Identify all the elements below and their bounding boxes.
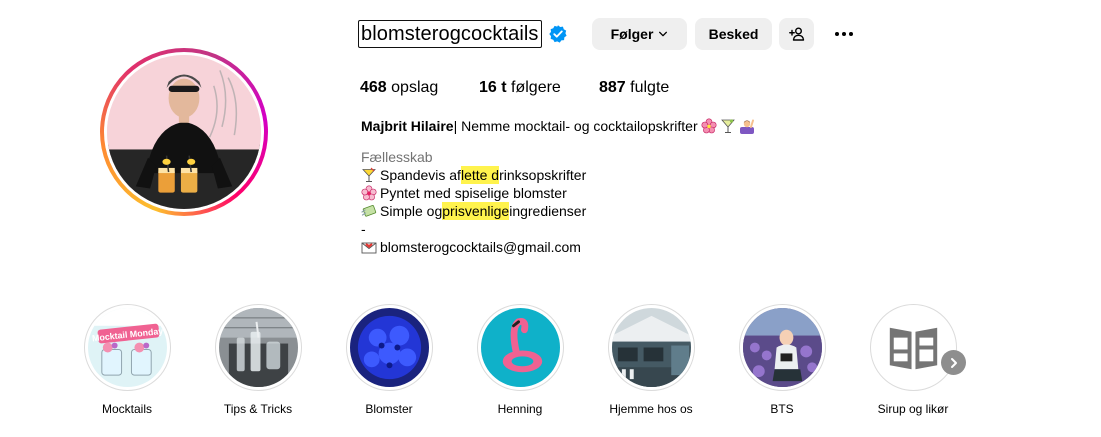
full-name: Majbrit Hilaire [361, 118, 454, 134]
highlight-label: Hjemme hos os [609, 402, 693, 416]
cocktail-glass-icon [720, 119, 735, 133]
message-button[interactable]: Besked [695, 18, 772, 50]
bio-line-ingredients-post: ingredienser [509, 203, 587, 219]
followers-stat[interactable]: 16 t følgere [479, 78, 599, 98]
person-raising-hand-icon [739, 119, 754, 134]
highlight-label: Henning [497, 402, 543, 416]
following-stat[interactable]: 887 fulgte [599, 78, 669, 98]
posts-stat: 468 opslag [360, 78, 479, 98]
highlight-label: Tips & Tricks [223, 402, 293, 416]
profile-header: blomsterogcocktails [358, 18, 568, 50]
highlight-bts[interactable]: BTS [737, 304, 827, 417]
followers-count: 16 t [479, 79, 507, 96]
highlight-thumbnail [873, 308, 953, 387]
bio-line-drinks: Spandevis af lette d rinksopskrifter [361, 166, 758, 184]
message-label: Besked [708, 26, 759, 42]
following-button[interactable]: Følger [592, 18, 687, 50]
highlight-thumbnail [480, 308, 560, 387]
verified-badge-icon [548, 25, 567, 43]
highlight-label: Sirup og likør [877, 402, 949, 416]
suggested-accounts-button[interactable] [779, 18, 814, 50]
highlight-henning[interactable]: Henning [475, 304, 565, 417]
envelope-with-heart-icon [361, 242, 377, 254]
bio-headline-row: Majbrit Hilaire | Nemme mocktail- og coc… [361, 117, 758, 135]
more-dots-icon [835, 32, 853, 36]
avatar-photo [107, 55, 261, 209]
posts-label: opslag [386, 79, 439, 96]
highlight-label: Mocktails [101, 402, 152, 416]
category-label: Fællesskab [361, 149, 433, 165]
bio-highlight-prisvenlige: prisvenlige [442, 202, 510, 220]
following-count: 887 [599, 79, 626, 96]
following-label: Følger [610, 26, 654, 42]
profile-stats: 468 opslag 16 t følgere 887 fulgte [360, 78, 669, 98]
chevron-right-icon [950, 357, 957, 368]
highlight-thumbnail [349, 308, 429, 387]
bio-line-ingredients-pre: Simple og [380, 203, 443, 219]
highlight-thumbnail [218, 308, 298, 387]
add-person-icon [788, 27, 804, 41]
bio-line-drinks-post: rinksopskrifter [499, 167, 587, 183]
cherry-blossom-icon [361, 185, 377, 201]
more-options-button[interactable] [828, 18, 860, 50]
highlight-label: Blomster [365, 402, 413, 416]
followers-label: følgere [506, 79, 561, 96]
highlight-hjemme-hos-os[interactable]: Hjemme hos os [606, 304, 696, 417]
hibiscus-icon [701, 118, 717, 134]
bio-dash: - [361, 221, 366, 237]
bio-email[interactable]: blomsterogcocktails@gmail.com [380, 238, 581, 256]
profile-bio: Majbrit Hilaire | Nemme mocktail- og coc… [361, 117, 758, 256]
bio-highlight-lette: lette d [460, 166, 500, 184]
bio-headline: | Nemme mocktail- og cocktailopskrifter [453, 118, 698, 134]
bio-line-flowers: Pyntet med spiselige blomster [361, 184, 758, 202]
highlight-mocktails[interactable]: Mocktail Monday Mocktails [82, 304, 172, 417]
highlight-label: BTS [770, 402, 794, 416]
following-stat-label: fulgte [625, 79, 670, 96]
bio-line-drinks-pre: Spandevis af [380, 167, 461, 183]
profile-avatar[interactable] [100, 48, 268, 216]
bio-line-flowers-text: Pyntet med spiselige blomster [380, 185, 567, 201]
highlight-tips-tricks[interactable]: Tips & Tricks [213, 304, 303, 417]
highlights-next-button[interactable] [941, 350, 966, 375]
money-with-wings-icon [361, 205, 377, 217]
highlight-blomster[interactable]: Blomster [344, 304, 434, 417]
bio-line-email: blomsterogcocktails@gmail.com [361, 238, 758, 256]
avatar-image [107, 55, 261, 209]
username[interactable]: blomsterogcocktails [358, 20, 542, 48]
highlight-thumbnail [742, 308, 822, 387]
tropical-drink-icon [362, 167, 376, 182]
posts-count: 468 [360, 79, 387, 96]
bio-line-ingredients: Simple og prisvenlige ingredienser [361, 202, 758, 220]
chevron-down-icon [659, 31, 668, 37]
highlight-thumbnail: Mocktail Monday [87, 308, 167, 387]
open-book-icon [873, 308, 953, 387]
highlight-thumbnail [611, 308, 691, 387]
